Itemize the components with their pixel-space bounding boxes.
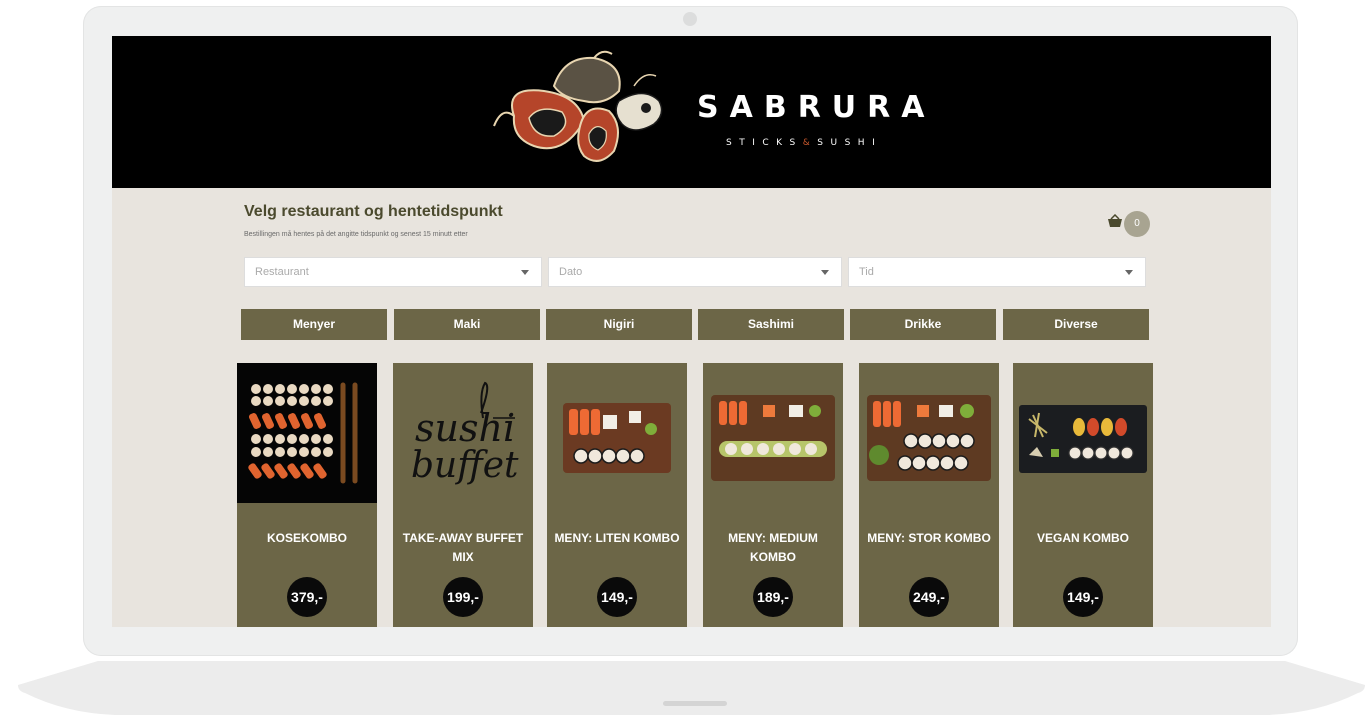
product-card-stor-kombo[interactable]: MENY: STOR KOMBO 249,- <box>859 363 999 627</box>
laptop-base <box>18 661 1365 715</box>
tagline-sushi: SUSHI <box>817 138 883 148</box>
chevron-down-icon <box>1125 270 1133 275</box>
restaurant-select[interactable]: Restaurant <box>244 257 542 287</box>
laptop-camera <box>683 12 697 26</box>
brand-name: SABRURA <box>697 90 936 125</box>
website-screen: SABRURA STICKS&SUSHI Velg restaurant og … <box>112 36 1271 627</box>
product-name: MENY: MEDIUM KOMBO <box>728 531 818 564</box>
buffet-logo-line2: buffet <box>411 445 519 486</box>
product-card-kosekombo[interactable]: KOSEKOMBO 379,- <box>237 363 377 627</box>
product-price: 379,- <box>287 577 327 617</box>
selection-title: Velg restaurant og hentetidspunkt <box>244 203 503 220</box>
vegan-kombo-image <box>1019 405 1147 473</box>
tagline-ampersand: & <box>802 138 818 148</box>
product-card-take-away-buffet[interactable]: sushi buffet TAKE-AWAY BUFFET MIX 199,- <box>393 363 533 627</box>
chevron-down-icon <box>521 270 529 275</box>
product-name: MENY: STOR KOMBO <box>867 531 991 545</box>
tab-nigiri[interactable]: Nigiri <box>546 309 692 340</box>
sushi-buffet-logo-image: sushi buffet <box>411 381 519 486</box>
restaurant-placeholder: Restaurant <box>255 266 309 278</box>
brand-tagline: STICKS&SUSHI <box>726 138 882 148</box>
tab-diverse[interactable]: Diverse <box>1003 309 1149 340</box>
date-placeholder: Dato <box>559 266 583 278</box>
product-card-liten-kombo[interactable]: MENY: LITEN KOMBO 149,- <box>547 363 687 627</box>
time-placeholder: Tid <box>859 266 874 278</box>
product-name: KOSEKOMBO <box>266 531 347 545</box>
tab-drikke[interactable]: Drikke <box>850 309 996 340</box>
cart-count-badge[interactable]: 0 <box>1124 211 1150 237</box>
kosekombo-image <box>237 363 377 503</box>
product-price: 249,- <box>909 577 949 617</box>
product-name: TAKE-AWAY BUFFET MIX <box>402 531 524 564</box>
date-select[interactable]: Dato <box>548 257 842 287</box>
product-card-vegan-kombo[interactable]: VEGAN KOMBO 149,- <box>1013 363 1153 627</box>
tab-maki[interactable]: Maki <box>394 309 540 340</box>
product-price: 149,- <box>597 577 637 617</box>
basket-icon[interactable] <box>1107 214 1123 228</box>
product-name: VEGAN KOMBO <box>1036 531 1129 545</box>
product-price: 189,- <box>753 577 793 617</box>
product-price: 199,- <box>443 577 483 617</box>
tab-sashimi[interactable]: Sashimi <box>698 309 844 340</box>
time-select[interactable]: Tid <box>848 257 1146 287</box>
buffet-logo-line1: sushi <box>415 406 515 450</box>
chevron-down-icon <box>821 270 829 275</box>
folk-art-emblem-icon <box>493 50 663 162</box>
medium-kombo-image <box>711 395 835 481</box>
product-card-medium-kombo[interactable]: MENY: MEDIUM KOMBO 189,- <box>703 363 843 627</box>
tagline-sticks: STICKS <box>726 138 803 148</box>
product-price: 149,- <box>1063 577 1103 617</box>
selection-subtitle: Bestillingen må hentes på det angitte ti… <box>244 231 468 238</box>
tab-menyer[interactable]: Menyer <box>241 309 387 340</box>
liten-kombo-image <box>563 403 671 473</box>
site-header: SABRURA STICKS&SUSHI <box>112 36 1271 188</box>
stor-kombo-image <box>867 395 991 481</box>
product-name: MENY: LITEN KOMBO <box>554 531 680 545</box>
